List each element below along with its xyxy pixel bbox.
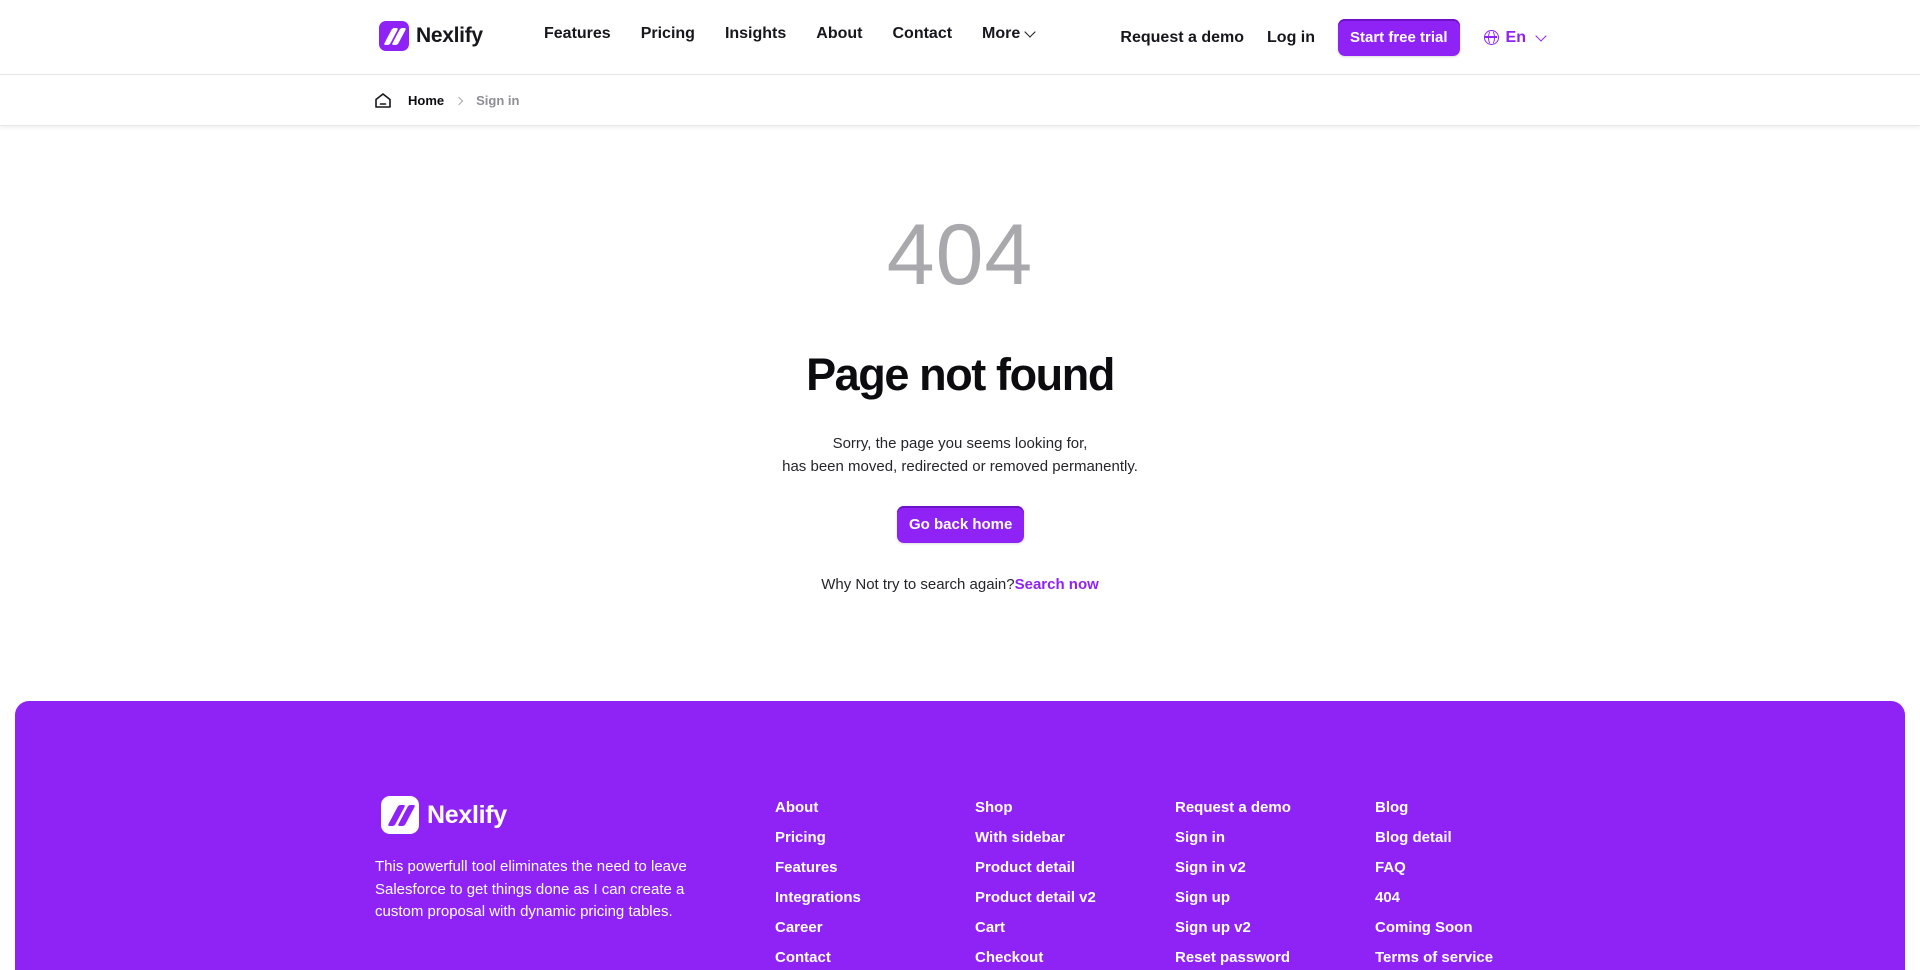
footer-link[interactable]: Features: [775, 853, 861, 883]
footer-link-features[interactable]: Features: [775, 859, 838, 876]
nav-about[interactable]: About: [816, 25, 862, 43]
globe-icon: [1483, 30, 1499, 45]
footer-link-with-sidebar[interactable]: With sidebar: [975, 829, 1065, 846]
home-icon[interactable]: [374, 92, 392, 109]
chevron-right-icon: [454, 96, 464, 105]
chevron-down-icon: [1024, 26, 1036, 38]
footer-column-company: About Pricing Features Integrations Care…: [775, 793, 861, 970]
language-selector[interactable]: En: [1483, 28, 1547, 47]
error-description: Sorry, the page you seems looking for, h…: [0, 432, 1920, 478]
footer-link-faq[interactable]: FAQ: [1375, 859, 1406, 876]
footer-brand-name: Nexlify: [427, 800, 507, 829]
header-actions: Request a demo Log in Start free trial E…: [1120, 19, 1547, 56]
footer-link[interactable]: Reset password: [1175, 943, 1291, 970]
footer-link[interactable]: Contact: [775, 943, 861, 970]
footer-link[interactable]: Career: [775, 913, 861, 943]
footer-link-reset-password[interactable]: Reset password: [1175, 949, 1290, 966]
footer-link-integrations[interactable]: Integrations: [775, 889, 861, 906]
footer-link-career[interactable]: Career: [775, 919, 823, 936]
footer-link[interactable]: Coming Soon: [1375, 913, 1493, 943]
footer-link-product-detail[interactable]: Product detail: [975, 859, 1075, 876]
start-free-trial-button[interactable]: Start free trial: [1338, 19, 1460, 56]
footer-link-blog[interactable]: Blog: [1375, 799, 1408, 816]
footer-link-coming-soon[interactable]: Coming Soon: [1375, 919, 1473, 936]
footer-link[interactable]: Terms of service: [1375, 943, 1493, 970]
footer-link-product-detail-v2[interactable]: Product detail v2: [975, 889, 1096, 906]
nexlify-logo-icon: [379, 21, 409, 51]
error-section: 404 Page not found Sorry, the page you s…: [0, 127, 1920, 697]
footer-link-404[interactable]: 404: [1375, 889, 1400, 906]
nav-features[interactable]: Features: [544, 25, 611, 43]
footer-link-sign-up[interactable]: Sign up: [1175, 889, 1230, 906]
breadcrumb: Home Sign in: [374, 92, 519, 109]
main-nav: Features Pricing Insights About Contact …: [544, 25, 1064, 43]
footer-link[interactable]: Sign up v2: [1175, 913, 1291, 943]
footer-brand[interactable]: Nexlify: [381, 796, 507, 834]
footer-column-shop: Shop With sidebar Product detail Product…: [975, 793, 1096, 970]
footer-link[interactable]: Request a demo: [1175, 793, 1291, 823]
footer-link[interactable]: FAQ: [1375, 853, 1493, 883]
request-demo-link[interactable]: Request a demo: [1120, 29, 1244, 47]
footer-link[interactable]: Product detail: [975, 853, 1096, 883]
footer-link-terms[interactable]: Terms of service: [1375, 949, 1493, 966]
nav-more-label: More: [982, 25, 1021, 42]
footer-link-cart[interactable]: Cart: [975, 919, 1005, 936]
chevron-down-icon: [1535, 29, 1547, 42]
breadcrumb-bar: Home Sign in: [0, 76, 1920, 126]
footer-link[interactable]: With sidebar: [975, 823, 1096, 853]
footer-link[interactable]: Shop: [975, 793, 1096, 823]
breadcrumb-current: Sign in: [476, 93, 520, 108]
footer-link-request-demo[interactable]: Request a demo: [1175, 799, 1291, 816]
footer-tagline: This powerfull tool eliminates the need …: [375, 858, 687, 920]
footer-link-sign-in[interactable]: Sign in: [1175, 829, 1225, 846]
footer: Nexlify This powerfull tool eliminates t…: [15, 701, 1905, 970]
error-code: 404: [886, 207, 1034, 303]
error-description-line-1: Sorry, the page you seems looking for,: [832, 435, 1088, 452]
footer-link-pricing[interactable]: Pricing: [775, 829, 826, 846]
nav-more[interactable]: More: [982, 25, 1036, 43]
top-navbar: Nexlify Features Pricing Insights About …: [0, 0, 1920, 75]
brand-name: Nexlify: [416, 24, 483, 47]
footer-link[interactable]: Blog detail: [1375, 823, 1493, 853]
breadcrumb-home-link[interactable]: Home: [408, 93, 444, 108]
login-link[interactable]: Log in: [1267, 29, 1315, 47]
page-title: Page not found: [806, 349, 1115, 400]
footer-link[interactable]: 404: [1375, 883, 1493, 913]
footer-column-account: Request a demo Sign in Sign in v2 Sign u…: [1175, 793, 1291, 970]
footer-link[interactable]: Sign in: [1175, 823, 1291, 853]
footer-link[interactable]: Blog: [1375, 793, 1493, 823]
search-again-label: Why Not try to search again?: [821, 576, 1015, 593]
footer-link-about[interactable]: About: [775, 799, 818, 816]
footer-link-blog-detail[interactable]: Blog detail: [1375, 829, 1452, 846]
nav-contact[interactable]: Contact: [892, 25, 952, 43]
footer-link[interactable]: About: [775, 793, 861, 823]
footer-link[interactable]: Sign up: [1175, 883, 1291, 913]
footer-link[interactable]: Pricing: [775, 823, 861, 853]
footer-link-sign-up-v2[interactable]: Sign up v2: [1175, 919, 1251, 936]
brand-logo-link[interactable]: Nexlify: [379, 20, 483, 52]
nav-pricing[interactable]: Pricing: [641, 25, 695, 43]
language-label: En: [1505, 28, 1526, 46]
nexlify-logo-icon: [381, 796, 419, 834]
footer-link-shop[interactable]: Shop: [975, 799, 1013, 816]
footer-column-resources: Blog Blog detail FAQ 404 Coming Soon Ter…: [1375, 793, 1493, 970]
error-description-line-2: has been moved, redirected or removed pe…: [782, 458, 1138, 475]
footer-link[interactable]: Integrations: [775, 883, 861, 913]
footer-link[interactable]: Sign in v2: [1175, 853, 1291, 883]
go-back-home-button[interactable]: Go back home: [897, 506, 1025, 543]
nav-insights[interactable]: Insights: [725, 25, 786, 43]
search-now-link[interactable]: Search now: [1015, 576, 1099, 593]
footer-link-sign-in-v2[interactable]: Sign in v2: [1175, 859, 1246, 876]
footer-link[interactable]: Product detail v2: [975, 883, 1096, 913]
footer-link[interactable]: Cart: [975, 913, 1096, 943]
footer-link-contact[interactable]: Contact: [775, 949, 831, 966]
search-again-text: Why Not try to search again?Search now: [0, 576, 1920, 593]
footer-link[interactable]: Checkout: [975, 943, 1096, 970]
footer-link-checkout[interactable]: Checkout: [975, 949, 1043, 966]
